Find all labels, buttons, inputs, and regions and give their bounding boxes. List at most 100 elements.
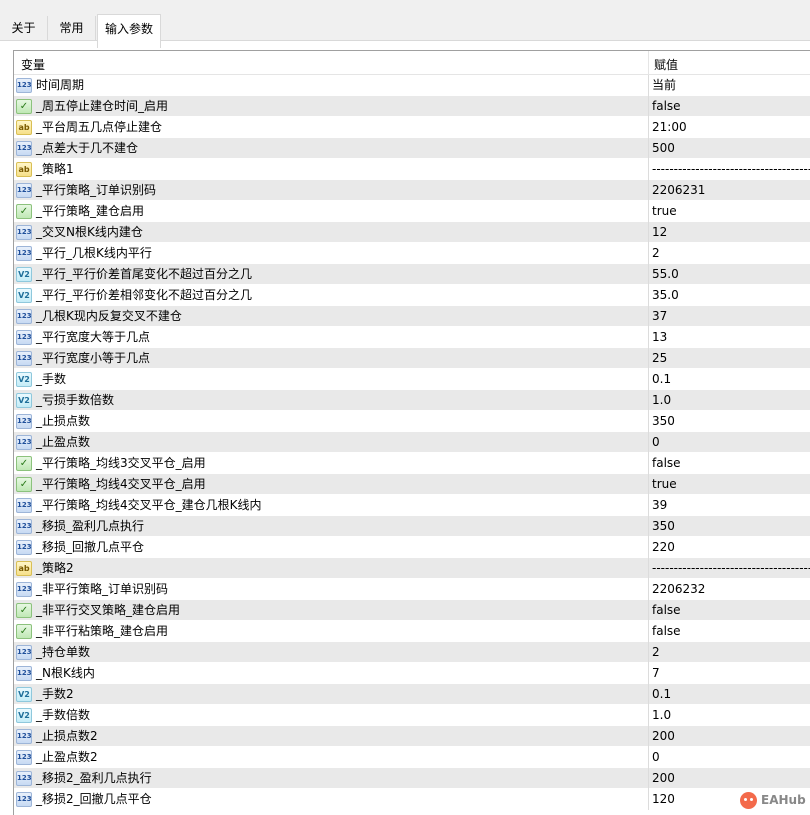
parameter-value[interactable]: 25 <box>652 348 810 369</box>
parameter-row[interactable]: 123 _持仓单数 2 <box>14 642 810 663</box>
parameter-row[interactable]: 123 _止损点数 350 <box>14 411 810 432</box>
parameter-value[interactable]: false <box>652 600 810 621</box>
parameter-value[interactable]: 55.0 <box>652 264 810 285</box>
parameter-row[interactable]: ✓ _平行策略_建仓启用 true <box>14 201 810 222</box>
parameter-value[interactable]: false <box>652 96 810 117</box>
parameter-row[interactable]: V2 _手数2 0.1 <box>14 684 810 705</box>
parameter-row[interactable]: V2 _手数倍数 1.0 <box>14 705 810 726</box>
parameter-value[interactable]: true <box>652 201 810 222</box>
bool-type-icon: ✓ <box>16 204 32 219</box>
parameter-row[interactable]: ✓ _非平行粘策略_建仓启用 false <box>14 621 810 642</box>
parameter-value[interactable]: 0 <box>652 747 810 768</box>
cell-separator <box>648 747 649 768</box>
parameter-row[interactable]: ✓ _周五停止建仓时间_启用 false <box>14 96 810 117</box>
integer-type-icon: 123 <box>16 351 32 366</box>
parameter-value[interactable]: 37 <box>652 306 810 327</box>
parameter-row[interactable]: ✓ _平行策略_均线4交叉平仓_启用 true <box>14 474 810 495</box>
parameter-value[interactable]: 0 <box>652 432 810 453</box>
column-header-variable[interactable]: 变量 <box>21 56 45 73</box>
column-separator[interactable] <box>648 51 649 75</box>
parameter-value[interactable]: false <box>652 453 810 474</box>
parameter-name: _止盈点数 <box>36 435 91 449</box>
parameter-value[interactable]: 12 <box>652 222 810 243</box>
tab-common[interactable]: 常用 <box>48 16 96 40</box>
parameter-row[interactable]: 123 _止损点数2 200 <box>14 726 810 747</box>
parameter-row[interactable]: 123 _几根K现内反复交叉不建仓 37 <box>14 306 810 327</box>
parameter-value[interactable]: 39 <box>652 495 810 516</box>
parameter-value[interactable]: ----------------------------------------… <box>652 558 810 579</box>
parameter-row[interactable]: V2 _亏损手数倍数 1.0 <box>14 390 810 411</box>
cell-separator <box>648 348 649 369</box>
parameter-name: _平行策略_建仓启用 <box>36 204 145 218</box>
parameter-value[interactable]: 2 <box>652 243 810 264</box>
cell-separator <box>648 138 649 159</box>
parameters-grid: 变量 赋值 123 时间周期 当前 ✓ _周五停止建仓时间_启用 false ab _平台周五… <box>13 50 810 815</box>
parameter-value[interactable]: 2 <box>652 642 810 663</box>
parameter-row[interactable]: ab _策略2 ----------------------------------… <box>14 558 810 579</box>
parameter-row[interactable]: 123 _非平行策略_订单识别码 2206232 <box>14 579 810 600</box>
parameter-name: _非平行交叉策略_建仓启用 <box>36 603 181 617</box>
cell-separator <box>648 369 649 390</box>
parameter-row[interactable]: 123 _平行策略_订单识别码 2206231 <box>14 180 810 201</box>
parameter-row[interactable]: 123 _移损_回撤几点平仓 220 <box>14 537 810 558</box>
cell-separator <box>648 642 649 663</box>
parameter-value[interactable]: 200 <box>652 768 810 789</box>
parameter-name: _交叉N根K线内建仓 <box>36 225 143 239</box>
parameter-value[interactable]: 7 <box>652 663 810 684</box>
parameter-row[interactable]: ✓ _平行策略_均线3交叉平仓_启用 false <box>14 453 810 474</box>
parameter-value[interactable]: 2206231 <box>652 180 810 201</box>
parameter-row[interactable]: 123 _点差大于几不建仓 500 <box>14 138 810 159</box>
parameter-row[interactable]: 123 _止盈点数2 0 <box>14 747 810 768</box>
parameter-value[interactable]: 21:00 <box>652 117 810 138</box>
parameter-value[interactable]: 2206232 <box>652 579 810 600</box>
parameter-value[interactable]: 350 <box>652 516 810 537</box>
parameter-row[interactable]: V2 _平行_平行价差相邻变化不超过百分之几 35.0 <box>14 285 810 306</box>
parameter-row[interactable]: 123 _止盈点数 0 <box>14 432 810 453</box>
column-header-value[interactable]: 赋值 <box>654 56 678 73</box>
parameter-value[interactable]: 0.1 <box>652 684 810 705</box>
parameter-row[interactable]: V2 _平行_平行价差首尾变化不超过百分之几 55.0 <box>14 264 810 285</box>
cell-separator <box>648 306 649 327</box>
parameter-value[interactable]: 13 <box>652 327 810 348</box>
cell-separator <box>648 789 649 810</box>
integer-type-icon: 123 <box>16 309 32 324</box>
parameter-name: _几根K现内反复交叉不建仓 <box>36 309 182 323</box>
parameter-value[interactable]: 0.1 <box>652 369 810 390</box>
parameter-row[interactable]: 123 _平行宽度小等于几点 25 <box>14 348 810 369</box>
parameter-row[interactable]: 123 _N根K线内 7 <box>14 663 810 684</box>
parameter-row[interactable]: 123 时间周期 当前 <box>14 75 810 96</box>
parameter-row[interactable]: 123 _移损2_盈利几点执行 200 <box>14 768 810 789</box>
parameter-name: _平行策略_均线3交叉平仓_启用 <box>36 456 206 470</box>
parameter-name: _N根K线内 <box>36 666 95 680</box>
parameter-value[interactable]: 220 <box>652 537 810 558</box>
parameter-value[interactable]: 350 <box>652 411 810 432</box>
parameter-value[interactable]: true <box>652 474 810 495</box>
parameter-row[interactable]: 123 _平行宽度大等于几点 13 <box>14 327 810 348</box>
parameter-row[interactable]: 123 _移损_盈利几点执行 350 <box>14 516 810 537</box>
parameter-row[interactable]: 123 _平行_几根K线内平行 2 <box>14 243 810 264</box>
parameter-row[interactable]: 123 _交叉N根K线内建仓 12 <box>14 222 810 243</box>
integer-type-icon: 123 <box>16 666 32 681</box>
parameter-value[interactable]: false <box>652 621 810 642</box>
integer-type-icon: 123 <box>16 792 32 807</box>
parameter-name: _止损点数 <box>36 414 91 428</box>
bool-type-icon: ✓ <box>16 624 32 639</box>
tab-about[interactable]: 关于 <box>0 16 48 40</box>
parameter-value[interactable]: 35.0 <box>652 285 810 306</box>
bool-type-icon: ✓ <box>16 99 32 114</box>
parameter-value[interactable]: 1.0 <box>652 390 810 411</box>
parameter-value[interactable]: 当前 <box>652 75 810 96</box>
string-type-icon: ab <box>16 561 32 576</box>
parameter-row[interactable]: 123 _平行策略_均线4交叉平仓_建仓几根K线内 39 <box>14 495 810 516</box>
parameter-value[interactable]: ----------------------------------------… <box>652 159 810 180</box>
parameter-value[interactable]: 500 <box>652 138 810 159</box>
parameter-row[interactable]: V2 _手数 0.1 <box>14 369 810 390</box>
parameter-row[interactable]: ab _策略1 ----------------------------------… <box>14 159 810 180</box>
parameter-value[interactable]: 200 <box>652 726 810 747</box>
parameter-value[interactable]: 1.0 <box>652 705 810 726</box>
tab-inputs[interactable]: 输入参数 <box>97 14 161 48</box>
parameter-row[interactable]: ab _平台周五几点停止建仓 21:00 <box>14 117 810 138</box>
parameter-row[interactable]: 123 _移损2_回撤几点平仓 120 <box>14 789 810 810</box>
integer-type-icon: 123 <box>16 330 32 345</box>
parameter-row[interactable]: ✓ _非平行交叉策略_建仓启用 false <box>14 600 810 621</box>
